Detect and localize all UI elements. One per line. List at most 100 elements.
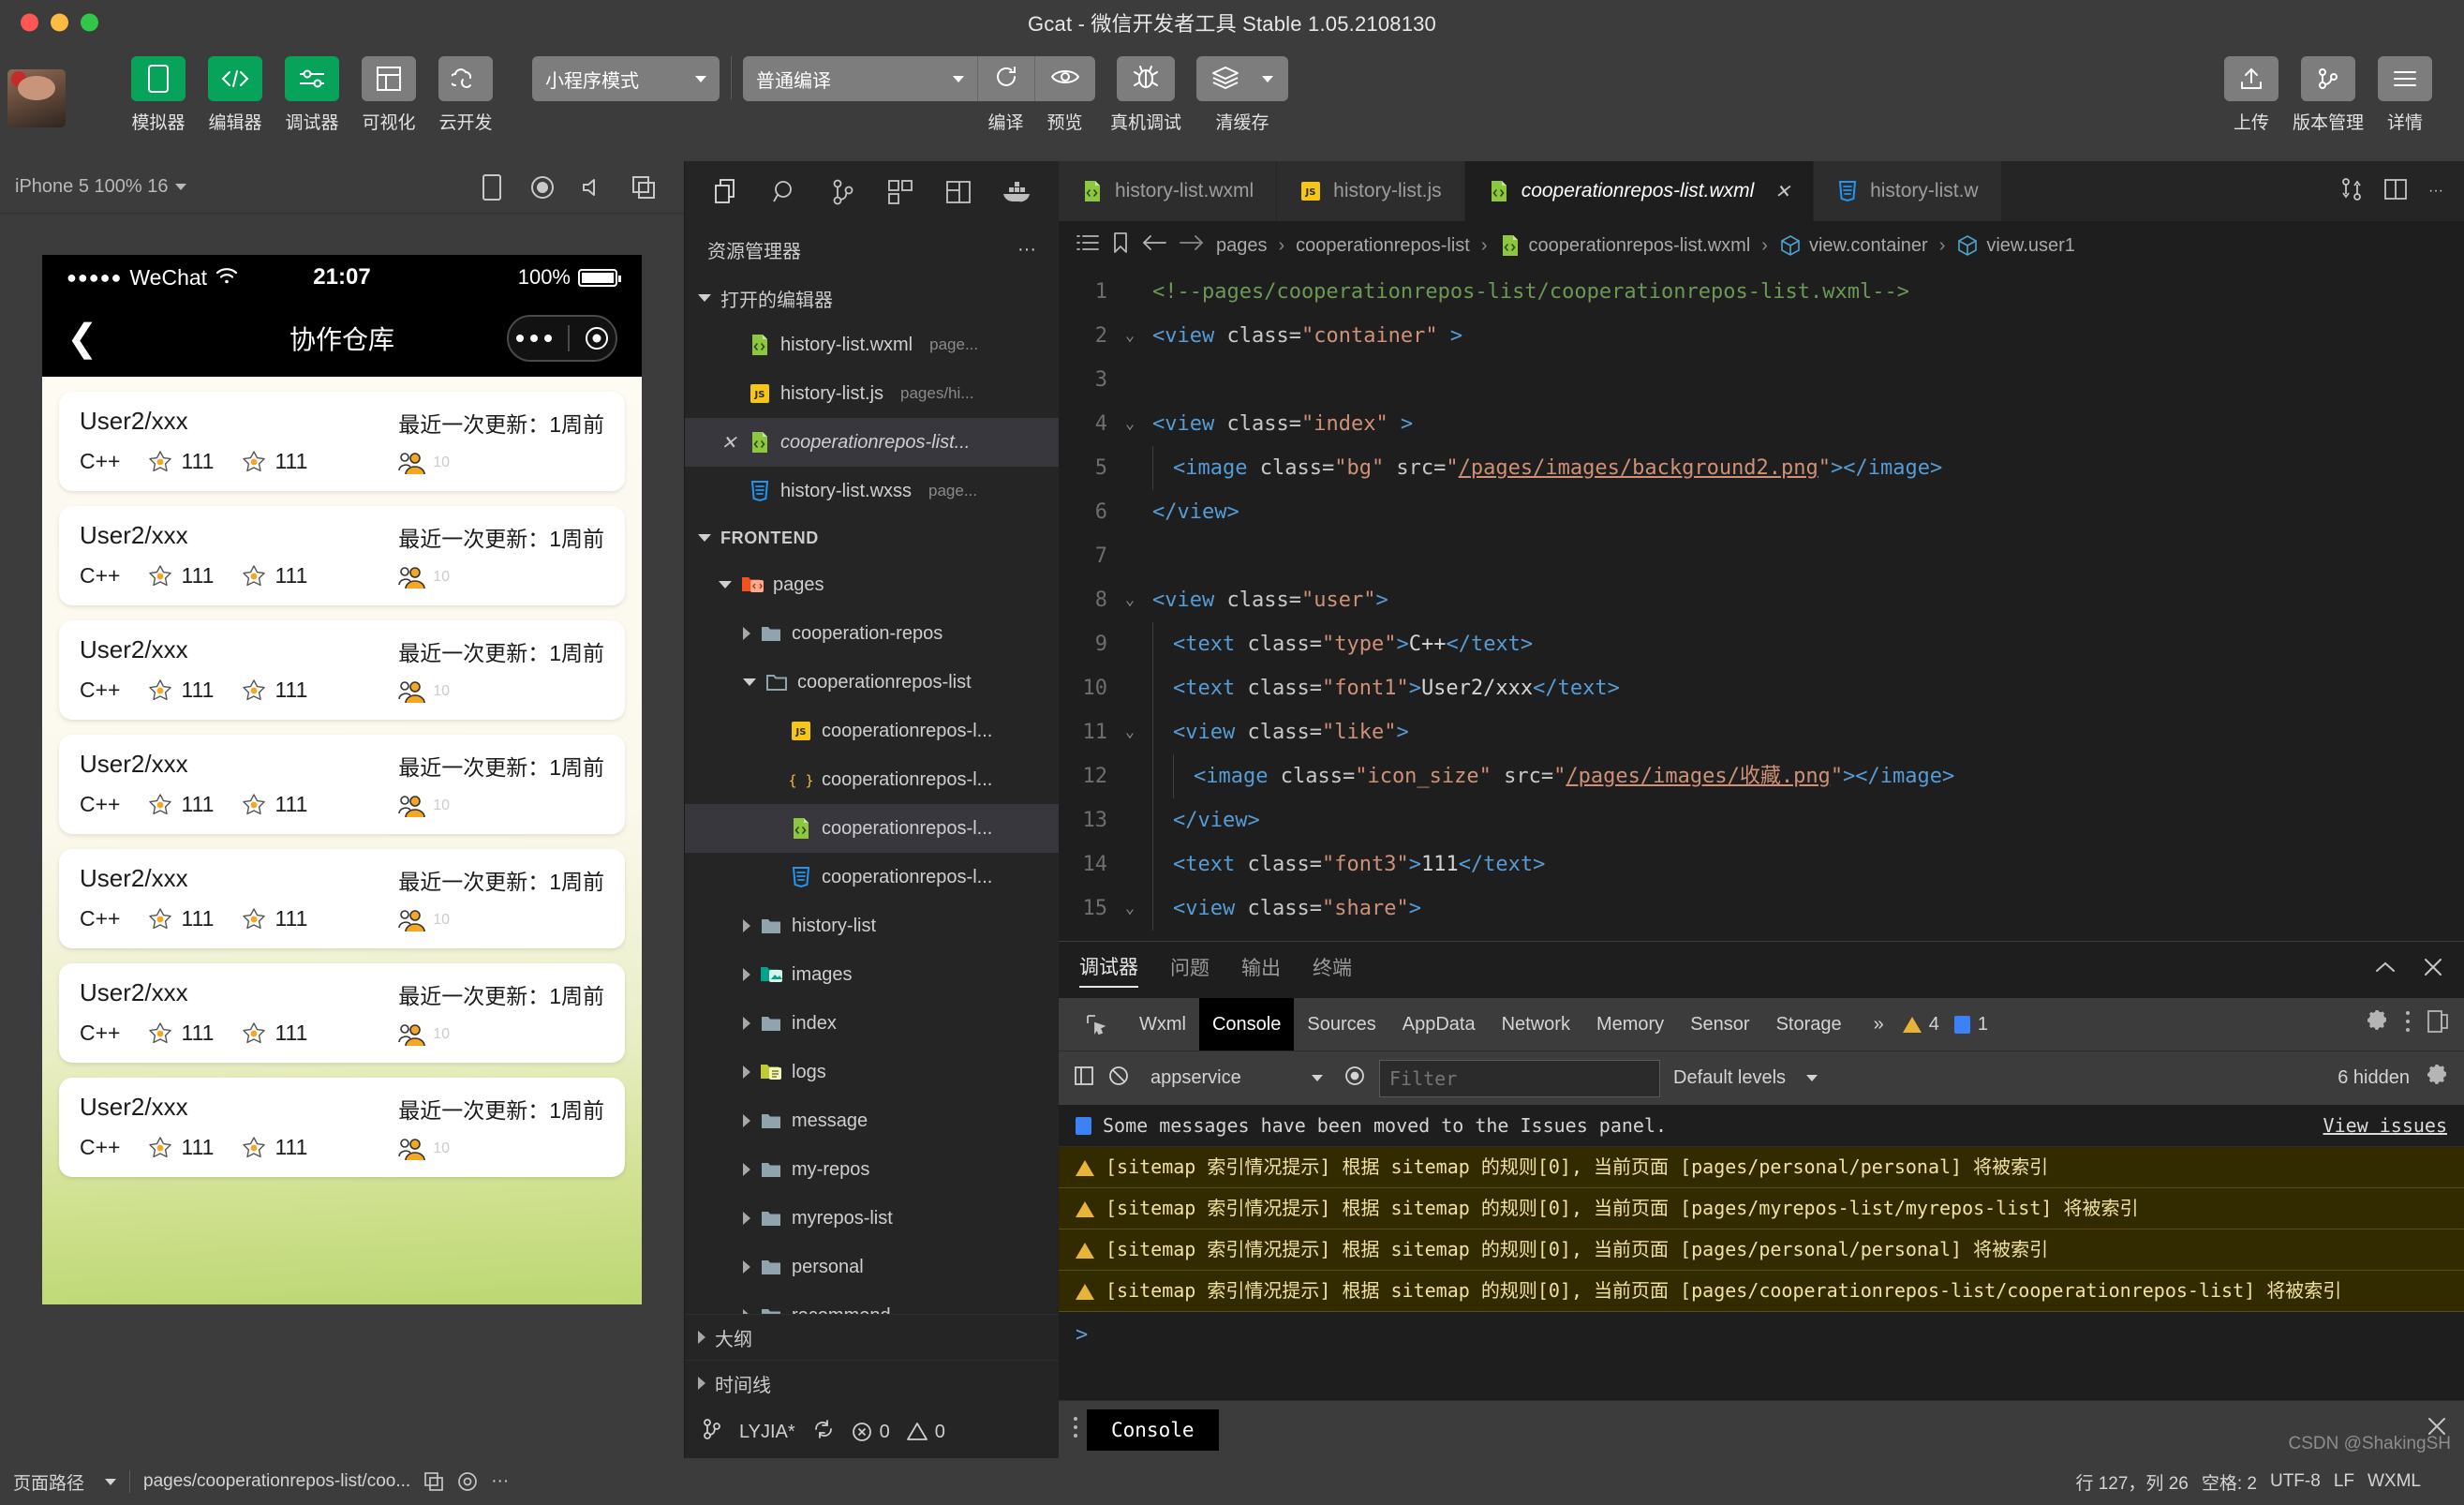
tree-item-cooperationrepos-list[interactable]: cooperationrepos-list: [685, 658, 1059, 707]
clear-console-icon[interactable]: [1107, 1065, 1130, 1093]
breadcrumb-item[interactable]: pages: [1216, 235, 1268, 257]
toolbar-button-editor[interactable]: 编辑器: [202, 56, 268, 134]
toolbar-button-simulator[interactable]: 模拟器: [126, 56, 191, 134]
toolbar-button-debugger[interactable]: 调试器: [279, 56, 345, 134]
repo-card[interactable]: User2/xxx C++ 111 111 最近一次更新：1周前 10: [59, 735, 625, 834]
devtools-overflow-button[interactable]: »: [1861, 1006, 1897, 1043]
console-sidebar-toggle-icon[interactable]: [1074, 1065, 1094, 1092]
window-controls[interactable]: [21, 13, 98, 32]
split-editor-icon[interactable]: [2383, 178, 2408, 205]
tree-item-cooperation-repos[interactable]: cooperation-repos: [685, 609, 1059, 658]
bookmark-icon[interactable]: [1111, 231, 1130, 260]
compare-changes-icon[interactable]: [2340, 177, 2363, 206]
source-control-icon[interactable]: [824, 173, 862, 211]
console-settings-icon[interactable]: [2427, 1064, 2449, 1093]
tree-item-images[interactable]: images: [685, 950, 1059, 999]
clear-cache-button[interactable]: [1196, 56, 1289, 101]
wechat-capsule[interactable]: [507, 315, 617, 362]
fold-toggle-icon[interactable]: ⌄: [1117, 314, 1143, 358]
page-path-select[interactable]: 页面路径: [13, 1469, 117, 1495]
view-issues-link[interactable]: View issues: [2323, 1114, 2447, 1137]
tree-item-index[interactable]: index: [685, 999, 1059, 1048]
status-more-button[interactable]: ···: [491, 1471, 509, 1492]
devtools-tab[interactable]: AppData: [1389, 1006, 1489, 1043]
devtools-panel-tab[interactable]: 终端: [1313, 953, 1352, 987]
compile-button[interactable]: [977, 56, 1034, 101]
debug-icon[interactable]: [940, 173, 977, 211]
open-editors-section[interactable]: 打开的编辑器: [685, 276, 1059, 320]
breadcrumb-item[interactable]: view.container: [1779, 233, 1928, 258]
toolbar-button-visualization[interactable]: 可视化: [356, 56, 422, 134]
details-button[interactable]: 详情: [2372, 56, 2438, 134]
code-editor[interactable]: 1 <!--pages/cooperationrepos-list/coopera…: [1059, 270, 2464, 941]
open-editor-item[interactable]: history-list.wxss page...: [685, 467, 1059, 515]
copy-path-icon[interactable]: [423, 1471, 444, 1492]
repo-card[interactable]: User2/xxx C++ 111 111 最近一次更新：1周前 10: [59, 1078, 625, 1177]
encoding[interactable]: UTF-8: [2270, 1471, 2321, 1492]
devtools-tab[interactable]: Sensor: [1677, 1006, 1762, 1043]
console-output[interactable]: Some messages have been moved to the Iss…: [1059, 1105, 2464, 1400]
tree-item-history-list[interactable]: history-list: [685, 902, 1059, 950]
editor-more-icon[interactable]: ···: [2428, 183, 2443, 200]
eol[interactable]: LF: [2334, 1471, 2354, 1492]
tree-item-cooperationrepos-l[interactable]: cooperationrepos-l...: [685, 853, 1059, 902]
repo-card[interactable]: User2/xxx C++ 111 111 最近一次更新：1周前 10: [59, 392, 625, 491]
live-expression-icon[interactable]: [1343, 1065, 1366, 1093]
editor-tab[interactable]: history-list.wxml: [1059, 161, 1278, 221]
open-editor-item[interactable]: history-list.wxml page...: [685, 320, 1059, 369]
kebab-menu-icon[interactable]: [2404, 1009, 2412, 1039]
fold-toggle-icon[interactable]: ⌄: [1117, 578, 1143, 622]
minimize-window-button[interactable]: [51, 13, 68, 32]
devtools-tab[interactable]: Wxml: [1126, 1006, 1199, 1043]
devtools-panel-tab[interactable]: 调试器: [1079, 952, 1138, 988]
repo-card[interactable]: User2/xxx C++ 111 111 最近一次更新：1周前 10: [59, 849, 625, 948]
maximize-window-button[interactable]: [81, 13, 98, 32]
open-editor-item[interactable]: ✕ cooperationrepos-list...: [685, 418, 1059, 467]
upload-button[interactable]: 上传: [2219, 56, 2284, 134]
tree-item-myrepos-list[interactable]: myrepos-list: [685, 1194, 1059, 1243]
devtools-tab[interactable]: Memory: [1583, 1006, 1677, 1043]
back-arrow-icon[interactable]: [1141, 233, 1167, 258]
toolbar-button-cloud[interactable]: 云开发: [433, 56, 498, 134]
open-editor-item[interactable]: JS history-list.js pages/hi...: [685, 369, 1059, 418]
devtools-tab[interactable]: Network: [1489, 1006, 1583, 1043]
cursor-position[interactable]: 行 127，列 26: [2075, 1469, 2188, 1495]
kebab-menu-icon[interactable]: [1072, 1415, 1079, 1444]
preview-button[interactable]: [1034, 56, 1095, 101]
fold-toggle-icon[interactable]: ⌄: [1117, 887, 1143, 931]
tree-item-personal[interactable]: personal: [685, 1243, 1059, 1291]
tree-item-cooperationrepos-l[interactable]: JS cooperationrepos-l...: [685, 707, 1059, 755]
fold-toggle-icon[interactable]: ⌄: [1117, 710, 1143, 754]
outline-list-icon[interactable]: [1076, 232, 1100, 259]
breadcrumb-item[interactable]: view.user1: [1956, 233, 2075, 258]
close-icon[interactable]: [2423, 957, 2443, 983]
console-filter-input[interactable]: [1379, 1059, 1660, 1097]
preview-path-icon[interactable]: [457, 1471, 478, 1492]
warning-count[interactable]: 0: [906, 1422, 945, 1443]
tree-item-my-repos[interactable]: my-repos: [685, 1145, 1059, 1194]
tree-item-pages[interactable]: pages: [685, 560, 1059, 609]
mode-select[interactable]: 小程序模式: [532, 56, 720, 101]
tree-item-cooperationrepos-l[interactable]: { } cooperationrepos-l...: [685, 755, 1059, 804]
rotate-device-icon[interactable]: [467, 169, 517, 206]
devtools-tab[interactable]: Console: [1198, 998, 1295, 1051]
breadcrumb-item[interactable]: cooperationrepos-list: [1296, 235, 1470, 257]
console-context-select[interactable]: appservice: [1143, 1061, 1330, 1096]
branch-icon[interactable]: [702, 1418, 722, 1446]
editor-tab[interactable]: JS history-list.js: [1277, 161, 1465, 221]
version-control-button[interactable]: 版本管理: [2293, 56, 2364, 134]
devtools-panel-tab[interactable]: 输出: [1241, 953, 1281, 987]
volume-icon[interactable]: [568, 169, 618, 206]
gear-icon[interactable]: [2367, 1010, 2389, 1038]
outline-section[interactable]: 大纲: [685, 1314, 1059, 1360]
device-debug-button[interactable]: [1117, 56, 1175, 101]
inspect-element-icon[interactable]: [1072, 1006, 1121, 1043]
error-count[interactable]: 0: [852, 1422, 890, 1443]
forward-arrow-icon[interactable]: [1179, 233, 1205, 258]
fold-toggle-icon[interactable]: ⌄: [1117, 402, 1143, 446]
docker-icon[interactable]: [998, 173, 1035, 211]
warning-badge[interactable]: 4: [1902, 1014, 1939, 1036]
record-icon[interactable]: [517, 169, 568, 206]
extensions-icon[interactable]: [882, 173, 919, 211]
console-footer-tab[interactable]: Console: [1087, 1408, 1219, 1451]
